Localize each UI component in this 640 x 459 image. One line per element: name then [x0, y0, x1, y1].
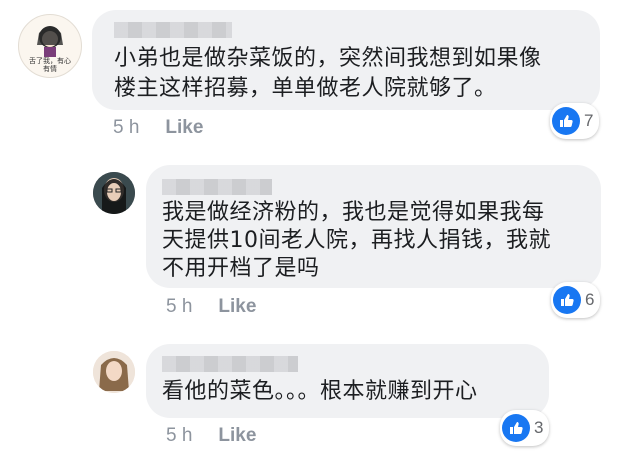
like-button[interactable]: Like [218, 296, 256, 317]
reaction-count: 7 [584, 111, 594, 130]
comment-text-line: 我是做经济粉的，我也是觉得如果我每 [162, 200, 545, 225]
comment-bubble-2: 我是做经济粉的，我也是觉得如果我每 天提供10间老人院，再找人捐钱，我就 不用开… [146, 165, 601, 288]
avatar-commenter-2[interactable] [93, 172, 135, 214]
like-button[interactable]: Like [218, 425, 256, 446]
avatar-commenter-3[interactable] [93, 351, 135, 393]
comment-text-line: 看他的菜色。。。根本就赚到开心 [162, 379, 478, 404]
timestamp[interactable]: 5 h [113, 117, 139, 138]
like-button[interactable]: Like [165, 117, 203, 138]
reaction-count: 6 [585, 290, 595, 309]
timestamp[interactable]: 5 h [166, 296, 192, 317]
reaction-summary[interactable]: 7 [550, 103, 600, 139]
profile-photo-icon [93, 172, 135, 214]
comment-meta: 5 h Like [113, 117, 203, 139]
comment-text-line: 楼主这样招募，单单做老人院就够了。 [114, 76, 497, 101]
timestamp[interactable]: 5 h [166, 425, 192, 446]
reaction-count: 3 [534, 418, 544, 437]
avatar-commenter-1[interactable]: 舌了我，有心有情 [18, 14, 82, 78]
comment-bubble-1: 小弟也是做杂菜饭的，突然间我想到如果像 楼主这样招募，单单做老人院就够了。 [92, 10, 600, 110]
comment-text-line: 天提供10间老人院，再找人捐钱，我就 [162, 228, 551, 253]
comment-text-line: 不用开档了是吗 [162, 256, 320, 281]
comment-text-line: 小弟也是做杂菜饭的，突然间我想到如果像 [114, 46, 542, 71]
comment-meta: 5 h Like [166, 425, 256, 447]
thumbs-up-icon [502, 414, 530, 442]
comment-bubble-3: 看他的菜色。。。根本就赚到开心 [146, 344, 549, 418]
commenter-name-redacted[interactable] [162, 356, 298, 372]
comment-meta: 5 h Like [166, 296, 256, 318]
thumbs-up-icon [552, 107, 580, 135]
commenter-name-redacted[interactable] [162, 179, 272, 195]
reaction-summary[interactable]: 3 [500, 410, 550, 446]
commenter-name-redacted[interactable] [114, 22, 232, 38]
thumbs-up-icon [553, 286, 581, 314]
avatar-caption: 舌了我，有心有情 [29, 57, 71, 73]
profile-photo-icon [93, 351, 135, 393]
reaction-summary[interactable]: 6 [551, 282, 601, 318]
